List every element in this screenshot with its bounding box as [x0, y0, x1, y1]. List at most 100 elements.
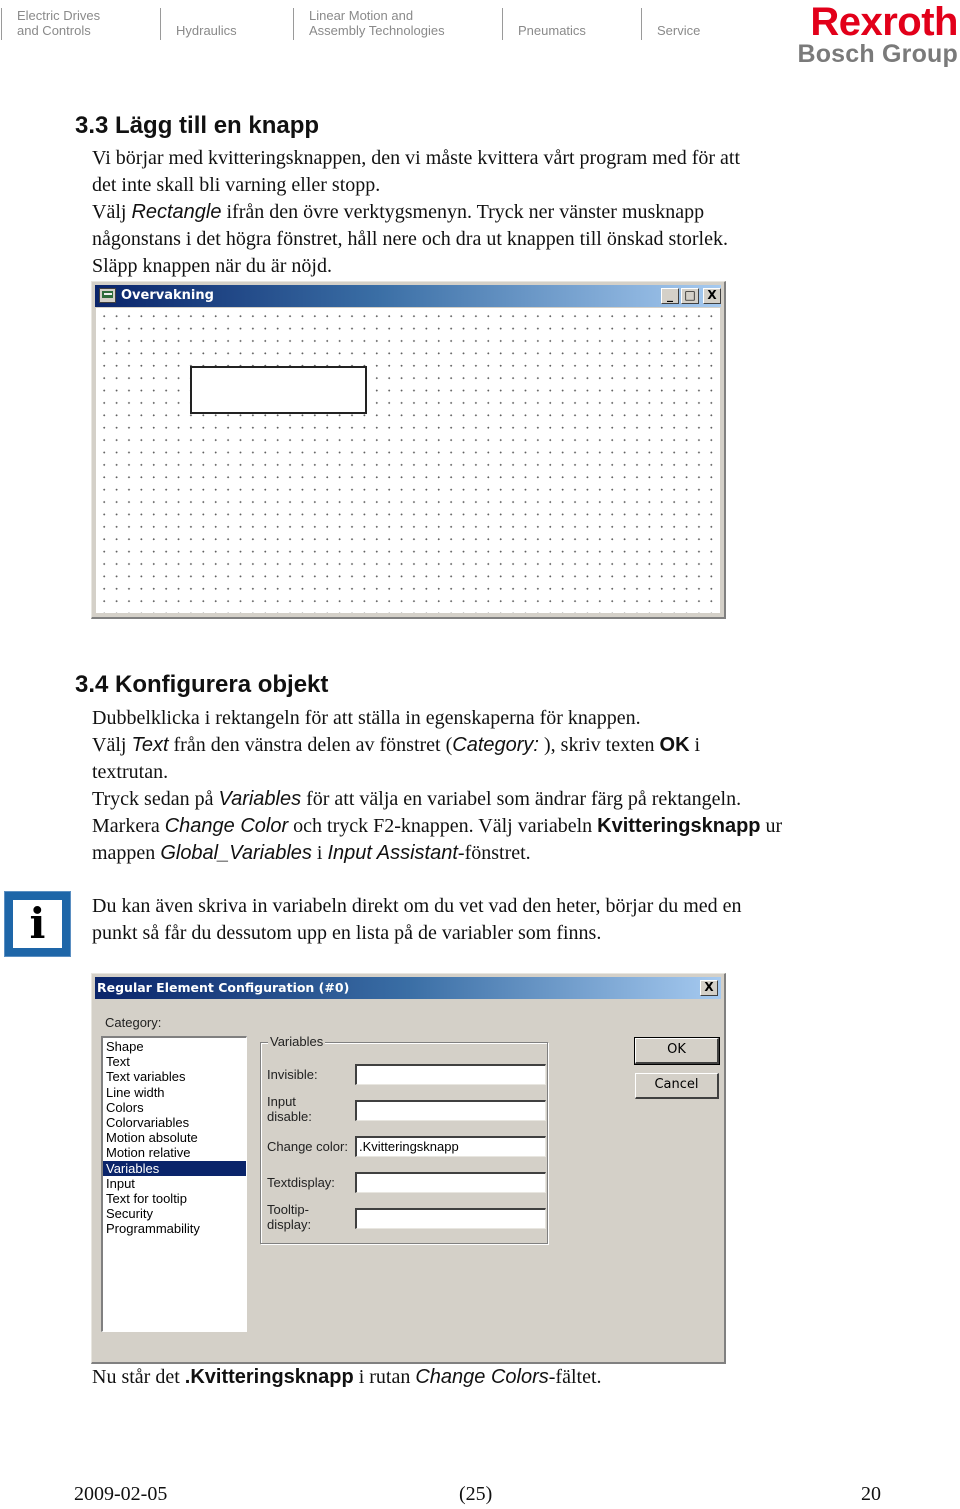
input-disable-input[interactable]	[355, 1100, 546, 1121]
cancel-button[interactable]: Cancel	[635, 1073, 719, 1099]
section-heading-3-3: 3.3 Lägg till en knapp	[75, 112, 320, 139]
text-run: från den vänstra delen av fönstret (	[168, 734, 453, 756]
textdisplay-input[interactable]	[355, 1172, 546, 1193]
category-item-line-width[interactable]: Line width	[103, 1085, 246, 1100]
paragraph-line: mappen Global_Variables i Input Assistan…	[92, 840, 782, 867]
division-linear-motion: Linear Motion and Assembly Technologies	[293, 8, 445, 40]
division-pneumatics: Pneumatics	[502, 8, 586, 40]
division-line2: Service	[657, 23, 701, 38]
section-heading-3-4: 3.4 Konfigurera objekt	[75, 671, 329, 698]
text-run: Markera	[92, 815, 165, 837]
term-rectangle: Rectangle	[131, 201, 222, 223]
label-line: disable:	[267, 1109, 312, 1124]
closing-note: Nu står det .Kvitteringsknapp i rutan Ch…	[92, 1364, 602, 1391]
term-change-color: Change Color	[164, 815, 289, 837]
division-line2: Hydraulics	[176, 23, 237, 38]
paragraph-line: någonstans i det högra fönstret, håll ne…	[92, 228, 728, 250]
window-title-bar[interactable]: Overvakning _ □ X	[95, 285, 721, 307]
footer-page-in-parens: (25)	[459, 1483, 493, 1505]
minimize-button[interactable]: _	[661, 288, 679, 304]
category-item-motion-absolute[interactable]: Motion absolute	[103, 1130, 246, 1145]
paragraph-line: Välj Rectangle ifrån den övre verktygsme…	[92, 199, 740, 226]
window-title: Overvakning	[121, 288, 214, 303]
division-line2: and Controls	[17, 23, 91, 38]
info-icon-inner: i	[13, 900, 62, 948]
paragraph-line: punkt så får du dessutom upp en lista på…	[92, 922, 602, 944]
paragraph-line: Dubbelklicka i rektangeln för att ställa…	[92, 707, 641, 729]
category-item-programmability[interactable]: Programmability	[103, 1221, 246, 1236]
division-line1	[176, 8, 237, 23]
term-category: Category:	[452, 734, 539, 756]
change-color-label: Change color:	[267, 1139, 348, 1154]
text-run: mappen	[92, 842, 161, 864]
text-run: -fönstret.	[457, 842, 531, 864]
drawn-rectangle[interactable]	[190, 366, 367, 414]
paragraph-line: textrutan.	[92, 761, 169, 783]
division-line1	[657, 8, 700, 23]
division-service: Service	[641, 8, 700, 40]
category-item-colors[interactable]: Colors	[103, 1100, 246, 1115]
category-item-text[interactable]: Text	[103, 1054, 246, 1069]
label-line: Input	[267, 1094, 296, 1109]
info-icon: i	[4, 891, 71, 957]
category-item-shape[interactable]: Shape	[103, 1039, 246, 1054]
logo-group: Bosch Group	[797, 40, 958, 68]
text-run: Tryck sedan på	[92, 788, 219, 810]
category-label: Category:	[105, 1015, 162, 1030]
term-variables: Variables	[218, 788, 302, 810]
term-kvitteringsknapp: Kvitteringsknapp	[597, 815, 761, 837]
text-run: och tryck F2-knappen. Välj variabeln	[288, 815, 598, 837]
dialog-close-button[interactable]: X	[700, 980, 718, 996]
text-run: i	[689, 734, 701, 756]
division-line1: Electric Drives	[17, 8, 101, 23]
category-item-text-variables[interactable]: Text variables	[103, 1069, 246, 1084]
info-glyph: i	[29, 899, 46, 948]
logo-brand: Rexroth	[810, 0, 958, 44]
term-ok: OK	[659, 734, 690, 756]
division-hydraulics: Hydraulics	[160, 8, 237, 40]
category-item-motion-relative[interactable]: Motion relative	[103, 1145, 246, 1160]
category-list[interactable]: Shape Text Text variables Line width Col…	[101, 1036, 247, 1332]
label-line: display:	[267, 1217, 312, 1232]
maximize-button[interactable]: □	[681, 288, 699, 304]
paragraph-line: Släpp knappen när du är nöjd.	[92, 255, 332, 277]
category-item-input[interactable]: Input	[103, 1176, 246, 1191]
text-run: Nu står det	[92, 1366, 185, 1388]
paragraph-line: Markera Change Color och tryck F2-knappe…	[92, 813, 782, 840]
paragraph-line: det inte skall bli varning eller stopp.	[92, 174, 381, 196]
close-button[interactable]: X	[703, 288, 721, 304]
text-run: för att välja en variabel som ändrar fär…	[301, 788, 742, 810]
term-kvitteringsknapp: .Kvitteringsknapp	[184, 1366, 354, 1388]
textdisplay-label: Textdisplay:	[267, 1175, 335, 1190]
paragraph-line: Nu står det .Kvitteringsknapp i rutan Ch…	[92, 1364, 602, 1391]
invisible-label: Invisible:	[267, 1067, 318, 1082]
category-item-variables[interactable]: Variables	[103, 1160, 246, 1176]
paragraph-line: Vi börjar med kvitteringsknappen, den vi…	[92, 147, 741, 169]
visualization-canvas[interactable]	[96, 308, 720, 613]
element-configuration-dialog: Regular Element Configuration (#0) X Cat…	[91, 973, 726, 1364]
overvakning-window: Overvakning _ □ X	[91, 281, 726, 619]
category-item-colorvariables[interactable]: Colorvariables	[103, 1115, 246, 1130]
ok-button[interactable]: OK	[634, 1037, 720, 1065]
text-run: ), skriv texten	[539, 734, 660, 756]
footer-date: 2009-02-05	[74, 1483, 168, 1505]
category-item-security[interactable]: Security	[103, 1206, 246, 1221]
tooltip-display-input[interactable]	[355, 1208, 546, 1229]
category-item-text-for-tooltip[interactable]: Text for tooltip	[103, 1191, 246, 1206]
text-run: Välj	[92, 734, 132, 756]
division-line2: Assembly Technologies	[309, 23, 445, 38]
dialog-title-bar[interactable]: Regular Element Configuration (#0) X	[95, 977, 721, 999]
paragraph-line: Tryck sedan på Variables för att välja e…	[92, 786, 782, 813]
division-line2: Pneumatics	[518, 23, 586, 38]
footer-page-number: 20	[861, 1483, 881, 1505]
text-run: i	[311, 842, 328, 864]
text-run: ur	[760, 815, 783, 837]
term-text: Text	[131, 734, 169, 756]
info-note: Du kan även skriva in variabeln direkt o…	[92, 893, 742, 947]
text-run: -fältet.	[548, 1366, 602, 1388]
text-run: Välj	[92, 201, 132, 223]
division-electric-drives: Electric Drives and Controls	[1, 8, 100, 40]
rexroth-logo: Rexroth Bosch Group	[797, 0, 958, 68]
invisible-input[interactable]	[355, 1064, 546, 1085]
change-color-input[interactable]: .Kvitteringsknapp	[355, 1136, 546, 1157]
